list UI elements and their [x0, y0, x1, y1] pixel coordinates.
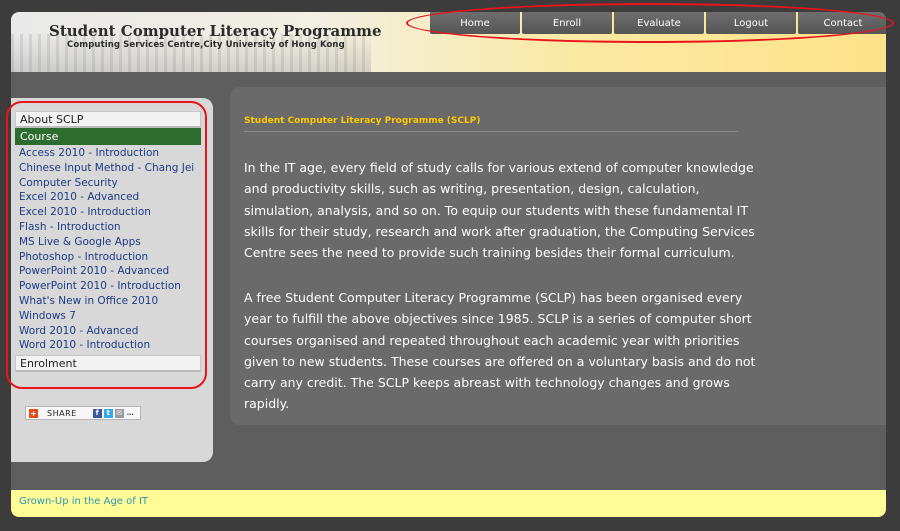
header: Student Computer Literacy Programme Comp…: [11, 12, 886, 72]
course-link[interactable]: MS Live & Google Apps: [15, 235, 201, 250]
nav-logout[interactable]: Logout: [706, 12, 796, 34]
site-title: Student Computer Literacy Programme: [49, 22, 382, 40]
nav-home[interactable]: Home: [430, 12, 520, 34]
sidebar-menu: About SCLP Course Access 2010 - Introduc…: [15, 111, 201, 373]
footer: Grown-Up in the Age of IT: [11, 490, 886, 517]
course-link[interactable]: PowerPoint 2010 - Advanced: [15, 264, 201, 279]
nav-enroll[interactable]: Enroll: [522, 12, 612, 34]
main-content: Student Computer Literacy Programme (SCL…: [230, 87, 886, 425]
course-link[interactable]: Word 2010 - Advanced: [15, 324, 201, 339]
course-link[interactable]: Excel 2010 - Introduction: [15, 205, 201, 220]
course-link[interactable]: Computer Security: [15, 176, 201, 191]
email-icon[interactable]: ✉: [114, 408, 124, 418]
sidebar: About SCLP Course Access 2010 - Introduc…: [11, 98, 213, 462]
nav-evaluate[interactable]: Evaluate: [614, 12, 704, 34]
course-link[interactable]: Chinese Input Method - Chang Jei: [15, 161, 201, 176]
course-link[interactable]: PowerPoint 2010 - Introduction: [15, 279, 201, 294]
course-link[interactable]: What's New in Office 2010: [15, 294, 201, 309]
course-link[interactable]: Access 2010 - Introduction: [15, 146, 201, 161]
course-link[interactable]: Windows 7: [15, 309, 201, 324]
page: Student Computer Literacy Programme Comp…: [11, 12, 886, 517]
twitter-icon[interactable]: t: [103, 408, 113, 418]
more-icon[interactable]: …: [125, 408, 135, 418]
sidebar-item-course[interactable]: Course: [15, 128, 201, 145]
nav-contact[interactable]: Contact: [798, 12, 886, 34]
sidebar-item-enrolment[interactable]: Enrolment: [15, 355, 201, 373]
course-link[interactable]: Flash - Introduction: [15, 220, 201, 235]
course-list: Access 2010 - Introduction Chinese Input…: [15, 145, 201, 355]
site-subtitle: Computing Services Centre,City Universit…: [67, 40, 345, 50]
share-plus-icon: +: [29, 408, 38, 418]
facebook-icon[interactable]: f: [92, 408, 102, 418]
intro-paragraph: In the IT age, every field of study call…: [244, 160, 755, 261]
share-services: f t ✉ …: [92, 408, 137, 418]
share-button[interactable]: + SHARE f t ✉ …: [25, 406, 141, 420]
course-link[interactable]: Photoshop - Introduction: [15, 250, 201, 265]
top-nav: Home Enroll Evaluate Logout Contact: [430, 12, 886, 34]
content-title: Student Computer Literacy Programme (SCL…: [244, 116, 738, 132]
course-link[interactable]: Word 2010 - Introduction: [15, 338, 201, 353]
sidebar-item-about[interactable]: About SCLP: [15, 111, 201, 128]
footer-tagline: Grown-Up in the Age of IT: [19, 496, 149, 507]
share-label: SHARE: [47, 408, 77, 418]
sclp-paragraph: A free Student Computer Literacy Program…: [244, 290, 756, 412]
course-link[interactable]: Excel 2010 - Advanced: [15, 190, 201, 205]
